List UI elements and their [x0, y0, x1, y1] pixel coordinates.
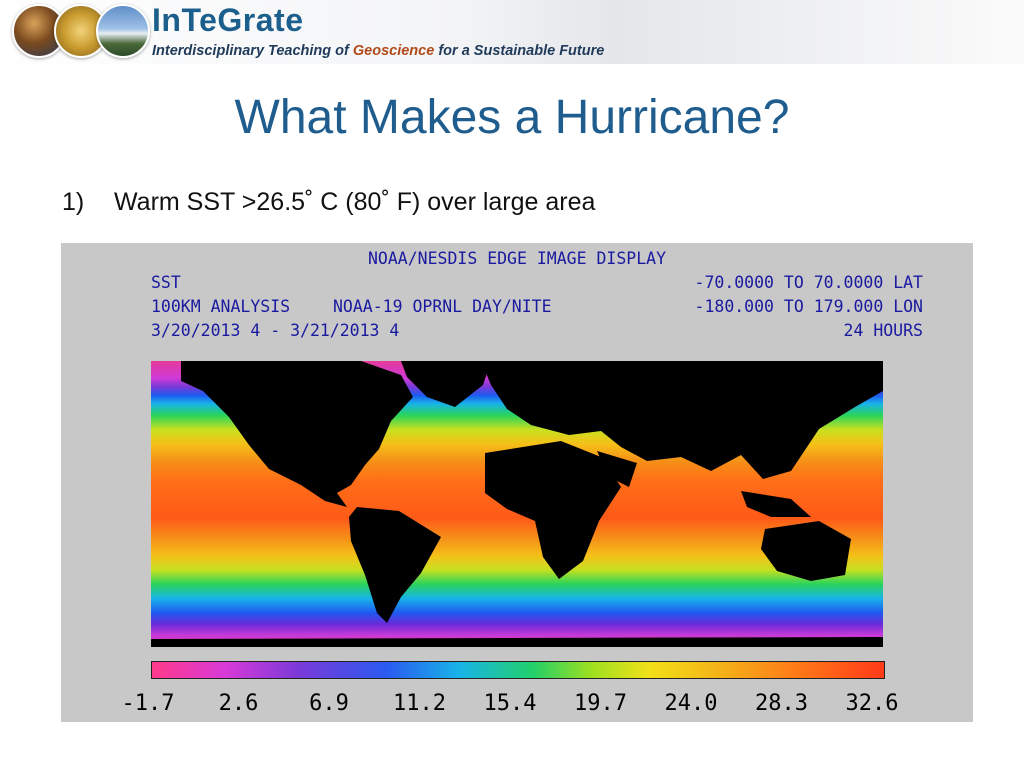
sst-map-figure: NOAA/NESDIS EDGE IMAGE DISPLAY SST 100KM…: [61, 243, 973, 722]
temperature-colorbar: [151, 661, 885, 679]
colorbar-tick-label: 28.3: [755, 691, 808, 716]
colorbar-tick-labels: -1.7 2.6 6.9 11.2 15.4 19.7 24.0 28.3 32.6: [113, 691, 933, 717]
bullet-text: Warm SST >26.5˚ C (80˚ F) over large are…: [114, 188, 596, 216]
figure-left-line-1: SST: [151, 273, 181, 292]
figure-right-line-1: -70.0000 TO 70.0000 LAT: [694, 273, 923, 292]
header-banner: InTeGrate Interdisciplinary Teaching of …: [0, 0, 1024, 64]
colorbar-tick-label: 15.4: [483, 691, 537, 716]
continents-layer: [151, 361, 883, 647]
indonesia-islands: [741, 491, 811, 517]
bullet-item: 1) Warm SST >26.5˚ C (80˚ F) over large a…: [62, 188, 595, 217]
africa-landmass: [485, 441, 621, 579]
australia-landmass: [761, 521, 851, 581]
figure-right-line-2: -180.000 TO 179.000 LON: [694, 297, 923, 316]
colorbar-tick-label: 2.6: [218, 691, 259, 716]
colorbar-tick-label: 6.9: [309, 691, 349, 716]
colorbar-tick-label: 24.0: [664, 691, 718, 716]
figure-right-line-3: 24 HOURS: [843, 321, 923, 340]
figure-header-title: NOAA/NESDIS EDGE IMAGE DISPLAY: [367, 249, 666, 268]
logo-images: [12, 4, 152, 58]
colorbar-tick-label: 19.7: [574, 691, 627, 716]
tagline-part-1: Interdisciplinary Teaching of: [152, 43, 353, 59]
brand-tagline: Interdisciplinary Teaching of Geoscience…: [152, 43, 604, 59]
figure-header-right: -70.0000 TO 70.0000 LAT -180.000 TO 179.…: [695, 271, 923, 343]
antarctica-edge: [151, 637, 883, 647]
sst-world-map: [151, 361, 883, 647]
colorbar-tick-label: 32.6: [845, 691, 899, 716]
south-america-landmass: [349, 507, 441, 623]
north-america-landmass: [181, 361, 413, 507]
brand-title: InTeGrate: [152, 2, 304, 38]
slide-title: What Makes a Hurricane?: [234, 91, 790, 144]
figure-header-middle: NOAA-19 OPRNL DAY/NITE: [333, 297, 552, 316]
colorbar-tick-label: -1.7: [121, 691, 175, 716]
figure-left-line-3: 3/20/2013 4 - 3/21/2013 4: [151, 321, 400, 340]
greenland-landmass: [401, 361, 491, 407]
bullet-number: 1): [62, 188, 85, 216]
mountain-photo-icon: [96, 4, 150, 58]
tagline-part-3: for a Sustainable Future: [434, 43, 605, 59]
tagline-geoscience: Geoscience: [352, 43, 435, 59]
colorbar-tick-label: 11.2: [393, 691, 446, 716]
